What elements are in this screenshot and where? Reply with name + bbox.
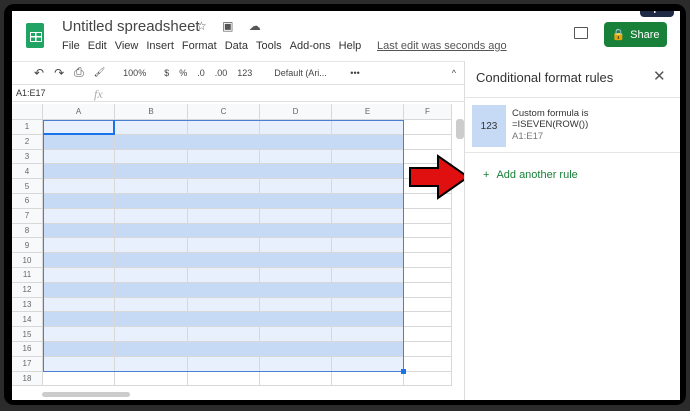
sheets-window: alphr Untitled spreadsheet ☆ ▣ ☁ File Edi… — [12, 11, 680, 400]
row-header[interactable]: 8 — [12, 223, 43, 239]
menu-help[interactable]: Help — [339, 40, 362, 52]
menu-view[interactable]: View — [115, 40, 139, 52]
cell[interactable] — [332, 371, 404, 387]
horizontal-scrollbar[interactable] — [42, 392, 130, 397]
currency-button[interactable]: $ — [164, 68, 169, 78]
column-header-e[interactable]: E — [332, 104, 404, 120]
row-header[interactable]: 11 — [12, 268, 43, 283]
close-icon[interactable]: ✕ — [653, 67, 666, 85]
cell[interactable] — [404, 238, 452, 254]
rule-preview: 123 — [472, 105, 506, 147]
cell[interactable] — [404, 282, 452, 298]
add-rule-label: Add another rule — [496, 169, 578, 181]
cell[interactable] — [404, 208, 452, 224]
column-header-a[interactable]: A — [43, 104, 115, 120]
cell[interactable] — [404, 253, 452, 268]
cell[interactable] — [43, 371, 115, 387]
row-header[interactable]: 6 — [12, 194, 43, 209]
row-header[interactable]: 16 — [12, 342, 43, 357]
select-all-corner[interactable] — [12, 104, 43, 120]
font-select[interactable]: Default (Ari... — [274, 68, 340, 78]
red-arrow-annotation — [409, 154, 470, 200]
panel-title: Conditional format rules — [476, 70, 614, 85]
fx-icon: fx — [94, 87, 103, 101]
menu-tools[interactable]: Tools — [256, 40, 282, 52]
cell[interactable] — [404, 223, 452, 239]
row-header[interactable]: 10 — [12, 253, 43, 268]
paint-format-icon[interactable]: 🖌 — [94, 67, 105, 78]
increase-decimal-button[interactable]: .00 — [215, 68, 228, 78]
cell[interactable] — [404, 327, 452, 342]
column-header-b[interactable]: B — [115, 104, 188, 120]
menu-edit[interactable]: Edit — [88, 40, 107, 52]
watermark-logo: alphr — [640, 11, 675, 17]
row-header[interactable]: 1 — [12, 120, 43, 135]
menu-data[interactable]: Data — [225, 40, 248, 52]
plus-icon: + — [483, 169, 490, 181]
number-format-select[interactable]: 123 — [237, 68, 252, 78]
fill-handle[interactable] — [401, 368, 406, 374]
row-header[interactable]: 7 — [12, 208, 43, 224]
redo-icon[interactable]: ↷ — [54, 66, 64, 80]
row-header[interactable]: 4 — [12, 164, 43, 180]
lock-icon: 🔒 — [611, 29, 626, 41]
menu-format[interactable]: Format — [182, 40, 217, 52]
menu-add-ons[interactable]: Add-ons — [290, 40, 331, 52]
rule-range: A1:E17 — [512, 131, 544, 142]
comment-icon[interactable] — [574, 27, 588, 39]
rule-formula: =ISEVEN(ROW()) — [512, 119, 589, 130]
cell[interactable] — [404, 134, 452, 150]
vertical-scrollbar[interactable] — [456, 119, 464, 139]
share-button[interactable]: 🔒 Share — [604, 22, 667, 47]
more-button[interactable]: ••• — [350, 68, 359, 78]
decrease-decimal-button[interactable]: .0 — [197, 68, 205, 78]
rule-condition: Custom formula is — [512, 108, 589, 119]
share-label: Share — [630, 28, 660, 41]
undo-icon[interactable]: ↶ — [34, 66, 44, 80]
last-edit-link[interactable]: Last edit was seconds ago — [377, 40, 507, 52]
selection-outline — [43, 120, 404, 372]
formula-bar: A1:E17 fx — [12, 84, 464, 102]
cell[interactable] — [404, 342, 452, 357]
cell[interactable] — [404, 297, 452, 313]
row-header[interactable]: 12 — [12, 282, 43, 298]
active-cell — [43, 120, 115, 135]
title-icons[interactable]: ☆ ▣ ☁ — [196, 19, 267, 33]
toolbar: ↶ ↷ ⎙ 🖌 100% $ % .0 .00 123 Default (Ari… — [12, 61, 464, 83]
cell[interactable] — [404, 268, 452, 283]
row-header[interactable]: 18 — [12, 371, 43, 387]
row-header[interactable]: 5 — [12, 179, 43, 194]
column-header-f[interactable]: F — [404, 104, 452, 120]
row-header[interactable]: 14 — [12, 312, 43, 328]
menu-bar: File Edit View Insert Format Data Tools Add-ons… — [62, 40, 361, 52]
row-header[interactable]: 15 — [12, 327, 43, 342]
format-rule[interactable]: 123 Custom formula is =ISEVEN(ROW()) A1:… — [465, 97, 680, 153]
row-header[interactable]: 13 — [12, 297, 43, 313]
zoom-select[interactable]: 100% — [123, 68, 146, 78]
column-header-d[interactable]: D — [260, 104, 332, 120]
name-box[interactable]: A1:E17 — [16, 88, 46, 98]
print-icon[interactable]: ⎙ — [74, 65, 84, 80]
percent-button[interactable]: % — [179, 68, 187, 78]
cell[interactable] — [404, 371, 452, 387]
cell[interactable] — [260, 371, 332, 387]
cell[interactable] — [404, 356, 452, 372]
menu-file[interactable]: File — [62, 40, 80, 52]
add-rule-button[interactable]: + Add another rule — [483, 169, 578, 181]
cell[interactable] — [404, 312, 452, 328]
collapse-icon[interactable]: ^ — [452, 68, 456, 78]
conditional-format-panel: Conditional format rules ✕ 123 Custom fo… — [464, 61, 680, 400]
cell[interactable] — [188, 371, 260, 387]
sheets-logo-icon[interactable] — [26, 23, 44, 48]
row-header[interactable]: 9 — [12, 238, 43, 254]
menu-insert[interactable]: Insert — [146, 40, 174, 52]
column-header-c[interactable]: C — [188, 104, 260, 120]
row-header[interactable]: 17 — [12, 356, 43, 372]
document-title[interactable]: Untitled spreadsheet — [62, 18, 200, 35]
row-header[interactable]: 2 — [12, 134, 43, 150]
row-header[interactable]: 3 — [12, 149, 43, 165]
cell[interactable] — [115, 371, 188, 387]
cell[interactable] — [404, 120, 452, 135]
